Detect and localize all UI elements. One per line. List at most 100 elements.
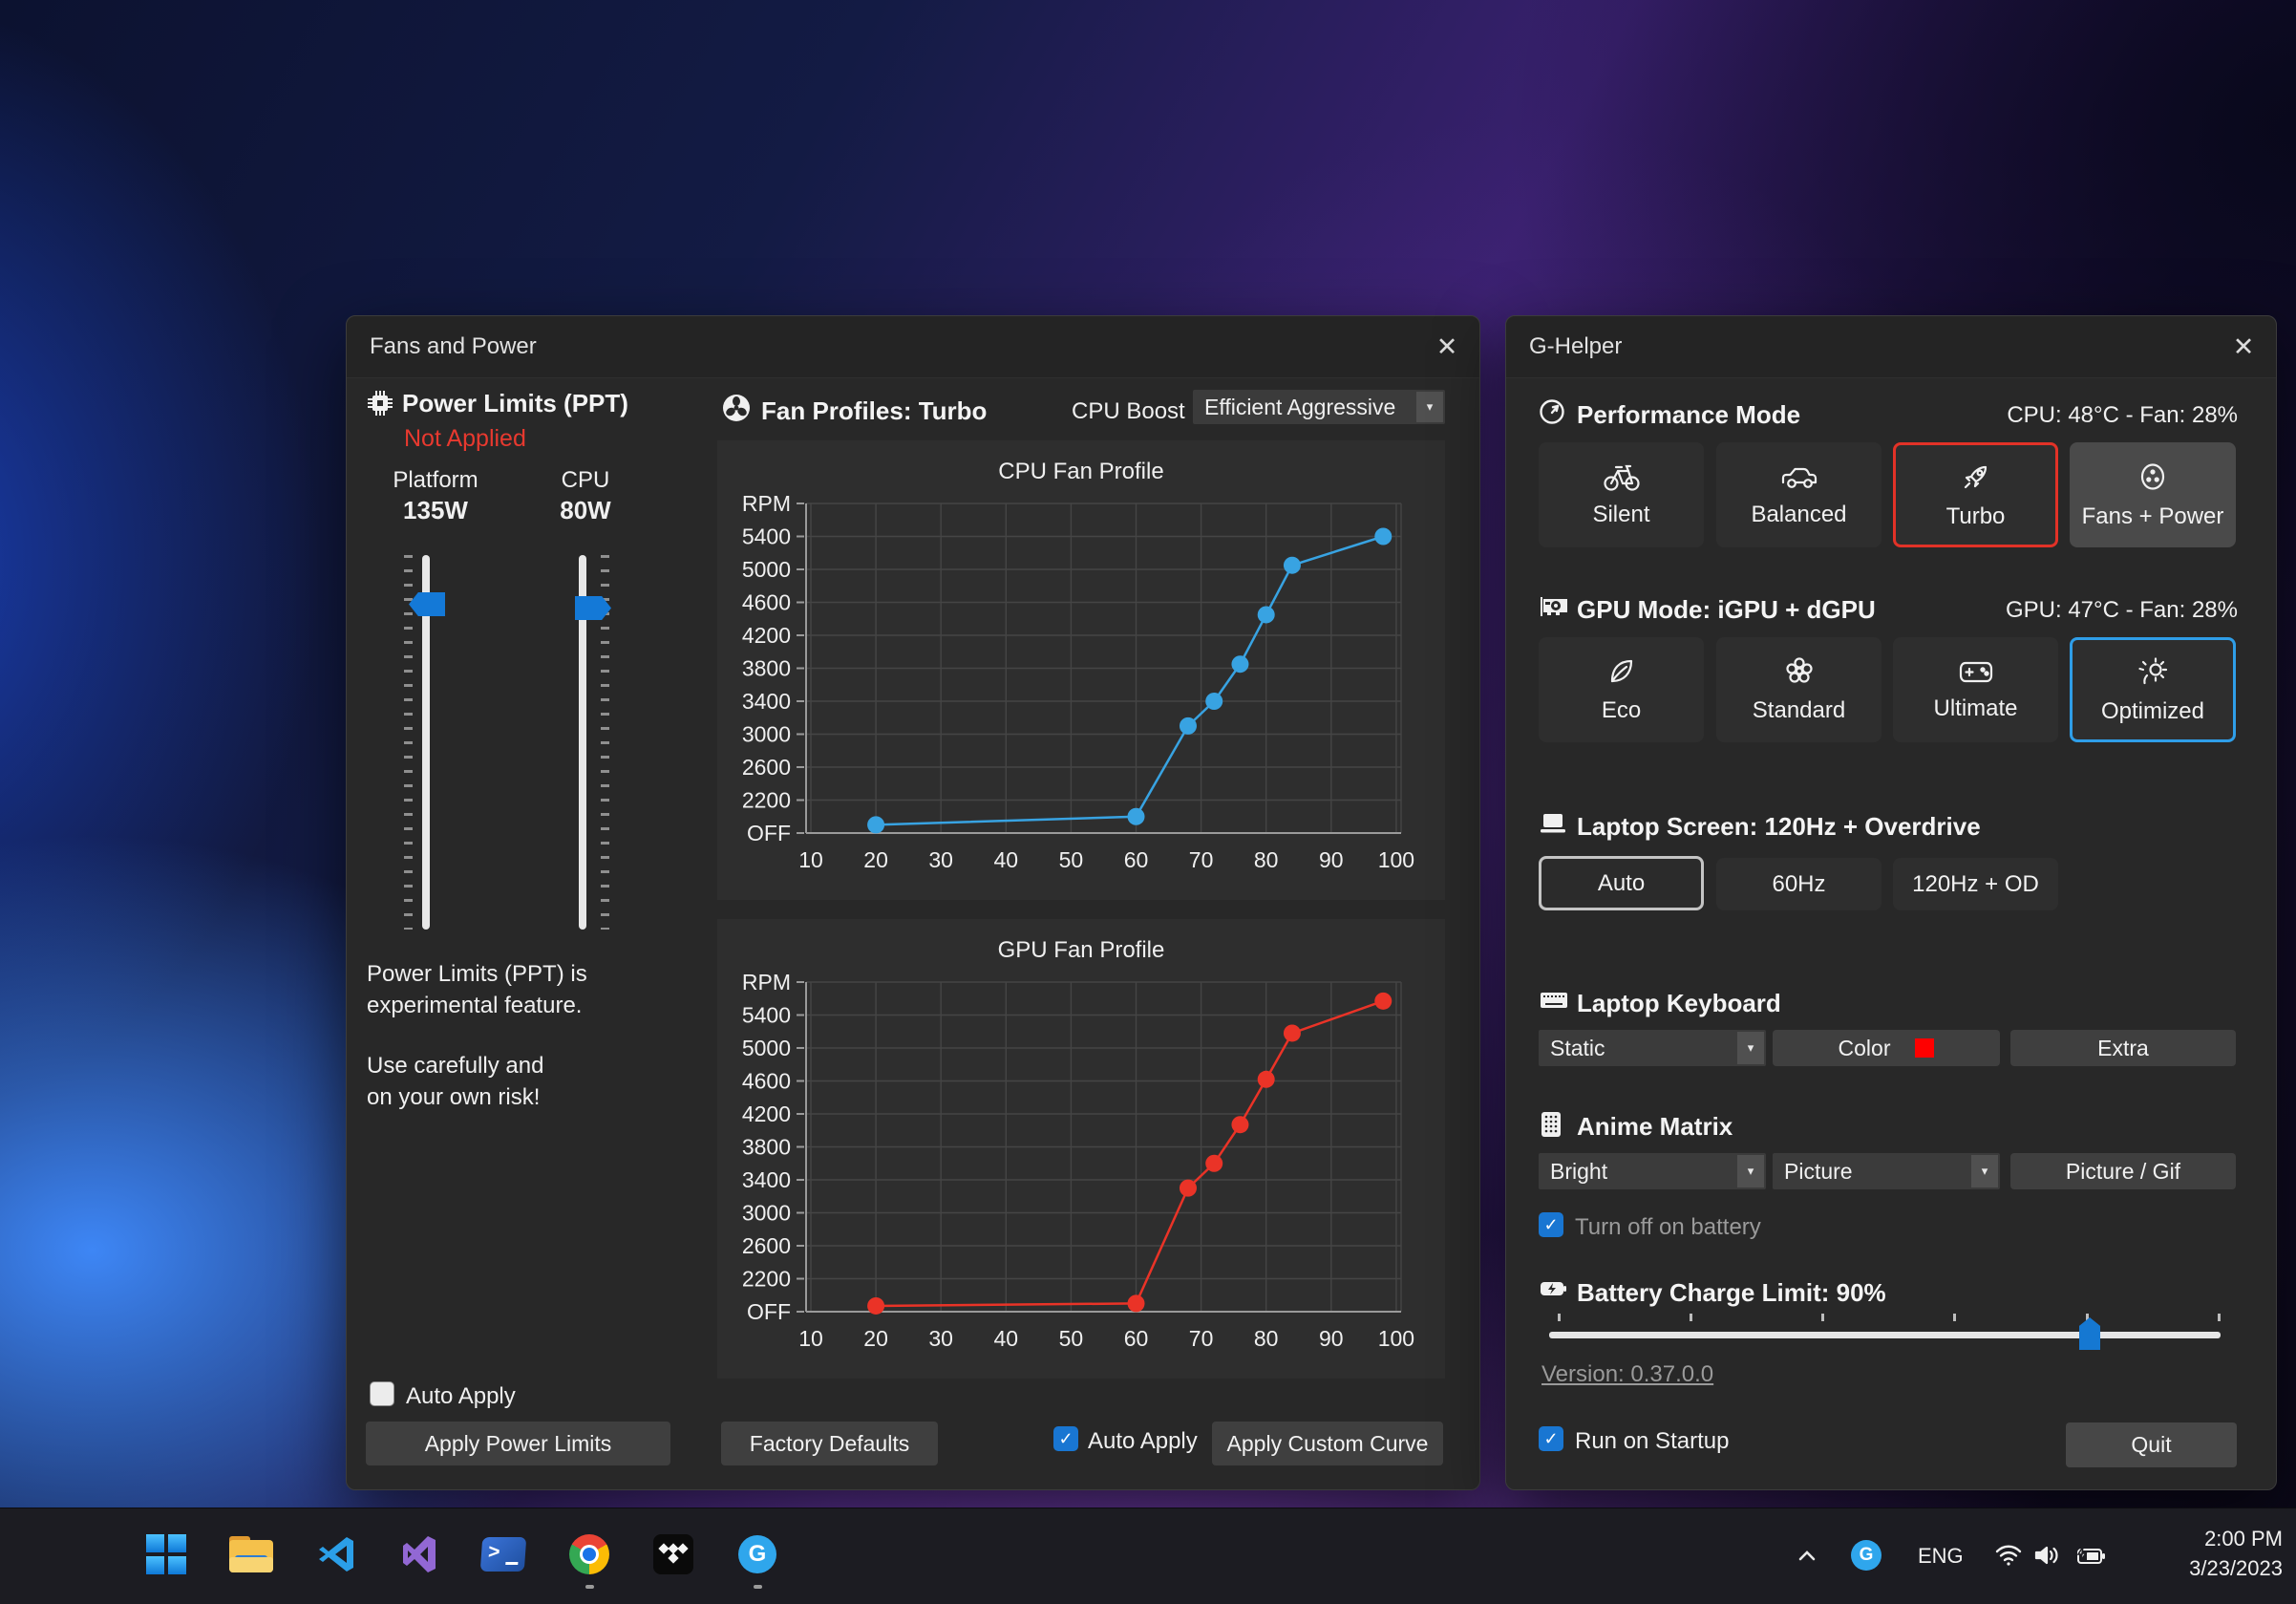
perf-mode-fans-power-button[interactable]: Fans + Power xyxy=(2070,442,2236,547)
svg-text:3000: 3000 xyxy=(742,722,791,747)
run-on-startup-checkbox[interactable]: ✓ xyxy=(1539,1426,1563,1451)
windows-logo-icon xyxy=(146,1534,186,1574)
taskbar-ghelper[interactable]: G xyxy=(731,1528,784,1581)
apply-custom-curve-button[interactable]: Apply Custom Curve xyxy=(1212,1422,1443,1465)
ghelper-titlebar[interactable]: G-Helper ✕ xyxy=(1506,316,2276,378)
screen-auto-button[interactable]: Auto xyxy=(1539,856,1704,910)
svg-text:4200: 4200 xyxy=(742,1101,791,1126)
power-auto-apply-checkbox[interactable]: ✓ xyxy=(370,1381,394,1406)
svg-text:10: 10 xyxy=(798,1326,823,1351)
version-link[interactable]: Version: 0.37.0.0 xyxy=(1541,1361,1713,1388)
battery-charging-icon[interactable] xyxy=(2074,1545,2107,1568)
svg-text:60: 60 xyxy=(1124,1326,1149,1351)
svg-text:2200: 2200 xyxy=(742,788,791,813)
gpu-mode-optimized-button[interactable]: Optimized xyxy=(2070,637,2236,742)
keyboard-mode-dropdown[interactable]: Static ▾ xyxy=(1539,1030,1766,1066)
tray-language[interactable]: ENG xyxy=(1918,1544,1964,1569)
keyboard-icon xyxy=(1539,988,1569,1013)
svg-text:80: 80 xyxy=(1254,847,1279,872)
gpu-mode-eco-button[interactable]: Eco xyxy=(1539,637,1704,742)
taskbar-visual-studio[interactable] xyxy=(393,1528,447,1581)
keyboard-extra-button[interactable]: Extra xyxy=(2010,1030,2236,1066)
svg-text:40: 40 xyxy=(994,1326,1019,1351)
cpu-fan-chart[interactable]: CPU Fan Profile102030405060708090100RPM5… xyxy=(717,440,1445,900)
curve-auto-apply-checkbox[interactable]: ✓ xyxy=(1053,1426,1078,1451)
power-limits-note-2: Use carefully and on your own risk! xyxy=(367,1050,543,1113)
svg-text:50: 50 xyxy=(1059,1326,1084,1351)
anime-brightness-value: Bright xyxy=(1539,1159,1735,1185)
gpu-mode-standard-button[interactable]: Standard xyxy=(1716,637,1881,742)
wifi-icon[interactable] xyxy=(1994,1543,2023,1568)
screen-60hz-button[interactable]: 60Hz xyxy=(1716,858,1881,910)
taskbar-chrome[interactable] xyxy=(563,1528,616,1581)
slider-tick xyxy=(1953,1314,1956,1321)
car-icon xyxy=(1779,461,1819,492)
svg-text:30: 30 xyxy=(928,847,953,872)
power-auto-apply-label: Auto Apply xyxy=(406,1383,516,1410)
turn-off-on-battery-checkbox[interactable]: ✓ xyxy=(1539,1212,1563,1237)
gpu-fan-chart-panel[interactable]: GPU Fan Profile102030405060708090100RPM5… xyxy=(717,919,1445,1379)
gpu-card-icon xyxy=(1539,593,1569,620)
gpu-mode-ultimate-button[interactable]: Ultimate xyxy=(1893,637,2058,742)
svg-text:100: 100 xyxy=(1378,1326,1414,1351)
apply-power-limits-button[interactable]: Apply Power Limits xyxy=(366,1422,670,1465)
svg-text:10: 10 xyxy=(798,847,823,872)
close-icon[interactable]: ✕ xyxy=(1430,330,1464,364)
gpu-temp-status: GPU: 47°C - Fan: 28% xyxy=(2006,597,2238,624)
speaker-icon[interactable] xyxy=(2032,1543,2061,1568)
platform-slider-ticks xyxy=(404,555,413,930)
screen-120hz-od-button[interactable]: 120Hz + OD xyxy=(1893,858,2058,910)
svg-text:4600: 4600 xyxy=(742,590,791,615)
performance-mode-header: Performance Mode xyxy=(1577,400,1800,430)
ghelper-title: G-Helper xyxy=(1529,333,1622,360)
keyboard-color-button[interactable]: Color xyxy=(1773,1030,2000,1066)
svg-text:2600: 2600 xyxy=(742,755,791,780)
fans-window-titlebar[interactable]: Fans and Power ✕ xyxy=(347,316,1479,378)
close-icon[interactable]: ✕ xyxy=(2226,330,2261,364)
svg-text:3800: 3800 xyxy=(742,1135,791,1160)
quit-button[interactable]: Quit xyxy=(2066,1422,2237,1467)
platform-slider-thumb[interactable] xyxy=(409,592,445,616)
tray-clock[interactable]: 2:00 PM 3/23/2023 xyxy=(2139,1526,2283,1582)
battery-charge-limit-header: Battery Charge Limit: 90% xyxy=(1577,1278,1886,1308)
battery-limit-slider-thumb[interactable] xyxy=(2079,1317,2100,1350)
svg-text:5000: 5000 xyxy=(742,1036,791,1060)
taskbar-powershell[interactable]: > xyxy=(477,1528,530,1581)
turn-off-on-battery-label: Turn off on battery xyxy=(1575,1214,1761,1241)
laptop-screen-header: Laptop Screen: 120Hz + Overdrive xyxy=(1577,812,1981,842)
taskbar-file-explorer[interactable] xyxy=(224,1528,278,1581)
svg-text:90: 90 xyxy=(1319,1326,1344,1351)
factory-defaults-button[interactable]: Factory Defaults xyxy=(721,1422,938,1465)
cpu-value: 80W xyxy=(538,496,633,525)
tray-chevron-up-icon[interactable] xyxy=(1794,1543,1820,1570)
anime-brightness-dropdown[interactable]: Bright ▾ xyxy=(1539,1153,1766,1189)
taskbar-vscode[interactable] xyxy=(310,1528,364,1581)
battery-limit-slider-track[interactable] xyxy=(1549,1332,2221,1338)
anime-mode-dropdown[interactable]: Picture ▾ xyxy=(1773,1153,2000,1189)
svg-text:3000: 3000 xyxy=(742,1201,791,1226)
svg-text:60: 60 xyxy=(1124,847,1149,872)
fan-circle-icon xyxy=(2136,460,2170,494)
perf-mode-balanced-button[interactable]: Balanced xyxy=(1716,442,1881,547)
check-icon: ✓ xyxy=(1543,1429,1558,1449)
cpu-label: CPU xyxy=(538,467,633,494)
svg-text:5400: 5400 xyxy=(742,1003,791,1028)
svg-text:OFF: OFF xyxy=(747,821,791,845)
perf-mode-silent-button[interactable]: Silent xyxy=(1539,442,1704,547)
anime-matrix-header: Anime Matrix xyxy=(1577,1112,1733,1142)
rocket-icon xyxy=(1959,460,1993,494)
cpu-temp-status: CPU: 48°C - Fan: 28% xyxy=(2007,402,2238,429)
gpu-mode-header: GPU Mode: iGPU + dGPU xyxy=(1577,595,1876,625)
svg-text:80: 80 xyxy=(1254,1326,1279,1351)
taskbar-tidal[interactable] xyxy=(647,1528,700,1581)
tray-ghelper-icon[interactable]: G xyxy=(1851,1540,1881,1571)
cpu-boost-dropdown[interactable]: Efficient Aggressive ▾ xyxy=(1193,390,1445,424)
fans-window-title: Fans and Power xyxy=(370,333,537,360)
anime-picture-gif-button[interactable]: Picture / Gif xyxy=(2010,1153,2236,1189)
tidal-icon xyxy=(653,1534,693,1574)
perf-mode-turbo-button[interactable]: Turbo xyxy=(1893,442,2058,547)
gpu-fan-chart[interactable]: GPU Fan Profile102030405060708090100RPM5… xyxy=(717,919,1445,1379)
curve-auto-apply-label: Auto Apply xyxy=(1088,1428,1198,1455)
taskbar-start-button[interactable] xyxy=(139,1528,193,1581)
cpu-fan-chart-panel[interactable]: CPU Fan Profile102030405060708090100RPM5… xyxy=(717,440,1445,900)
